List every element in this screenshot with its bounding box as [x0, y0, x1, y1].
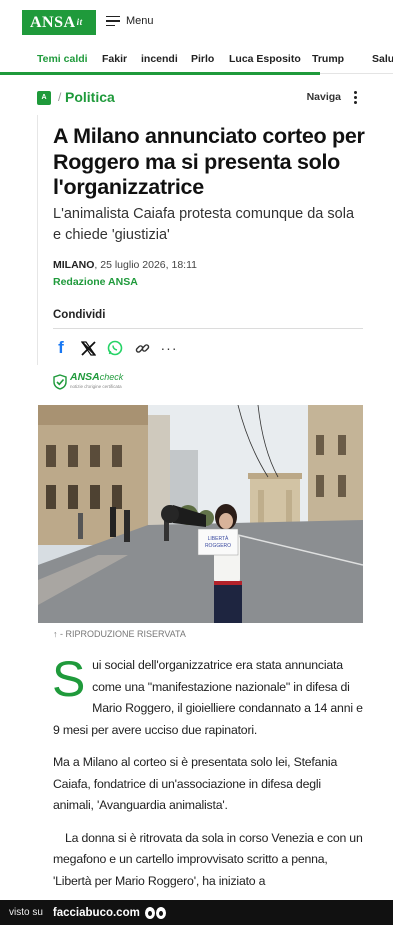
link-icon[interactable] — [134, 340, 150, 356]
photo-caption: ↑ - RIPRODUZIONE RISERVATA — [53, 629, 186, 639]
section-name[interactable]: Politica — [65, 89, 115, 105]
whatsapp-icon[interactable] — [107, 340, 123, 356]
shield-check-icon — [53, 374, 67, 390]
kebab-menu-icon[interactable] — [353, 91, 357, 105]
article-rule — [37, 115, 38, 365]
more-icon[interactable]: ··· — [161, 340, 177, 356]
check-subtitle: notizie d'origine certificata — [70, 384, 122, 389]
share-row: f ··· — [53, 337, 188, 359]
logo-suffix: it — [76, 17, 83, 27]
section-bar: A / Politica Naviga — [37, 88, 363, 108]
article-date: , 25 luglio 2026, 18:11 — [94, 259, 197, 271]
x-icon[interactable] — [80, 340, 96, 356]
topic-luca-esposito[interactable]: Luca Esposito — [229, 53, 301, 65]
watermark-bar: visto su facciabuco.com — [0, 900, 393, 925]
topic-salu[interactable]: Salu — [372, 53, 393, 65]
ansa-logo[interactable]: ANSAit — [22, 10, 96, 35]
topics-active-indicator — [0, 72, 320, 75]
paragraph-2: Ma a Milano al corteo si è presentata so… — [53, 755, 338, 812]
share-title: Condividi — [53, 309, 106, 321]
topics-divider — [320, 73, 393, 74]
visto-su-label: visto su — [9, 907, 43, 918]
topic-fakir[interactable]: Fakir — [102, 53, 127, 65]
topic-pirlo[interactable]: Pirlo — [191, 53, 214, 65]
topic-trump[interactable]: Trump — [312, 53, 344, 65]
article-dateline: MILANO, 25 luglio 2026, 18:11 — [53, 259, 197, 271]
check-label: check — [99, 372, 124, 382]
paragraph-3: La donna si è ritrovata da sola in corso… — [53, 830, 363, 888]
site-name: facciabuco.com — [52, 906, 140, 919]
article-author[interactable]: Redazione ANSA — [53, 276, 138, 288]
facebook-icon[interactable]: f — [53, 338, 69, 357]
top-bar: ANSAit Menu — [0, 0, 393, 42]
article-body: Sui social dell'organizzatrice era stata… — [52, 651, 363, 903]
article-location: MILANO — [53, 259, 95, 271]
eyes-icon — [144, 906, 166, 919]
menu-label: Menu — [126, 15, 154, 27]
breadcrumb-separator: / — [58, 90, 62, 104]
logo-text: ANSA — [30, 14, 76, 31]
section-logo-icon: A — [37, 91, 51, 105]
article-photo[interactable]: LIBERTÀ ROGGERO — [38, 405, 363, 623]
topic-temi-caldi[interactable]: Temi caldi — [37, 53, 88, 65]
dropcap: S — [52, 651, 86, 707]
article-headline: A Milano annunciato corteo per Roggero m… — [53, 124, 365, 199]
menu-button[interactable]: Menu — [106, 12, 154, 30]
naviga-button[interactable]: Naviga — [307, 91, 341, 103]
menu-icon — [106, 15, 120, 27]
share-divider — [53, 328, 363, 329]
article-subtitle: L'animalista Caiafa protesta comunque da… — [53, 206, 355, 243]
ansa-check-badge[interactable]: ANSAcheck notizie d'origine certificata — [53, 372, 124, 391]
topic-incendi[interactable]: incendi — [141, 53, 178, 65]
paragraph-1: ui social dell'organizzatrice era stata … — [53, 658, 363, 737]
